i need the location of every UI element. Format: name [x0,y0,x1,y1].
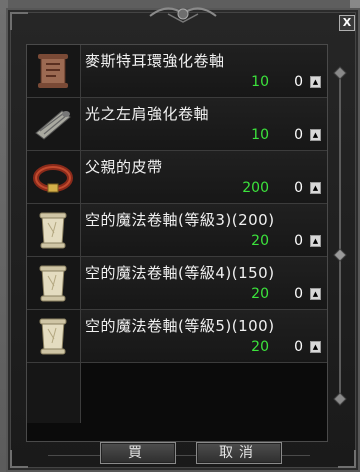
quantity-up-arrow-icon[interactable]: ▲ [310,235,321,247]
item-quantity[interactable]: 0 [294,286,303,302]
quantity-up-arrow-icon[interactable]: ▲ [310,182,321,194]
frame-corner [338,450,356,468]
item-info: 光之左肩強化卷軸 10 0 ▲ [81,98,327,150]
blank-scroll-icon [39,318,67,355]
blank-scroll-icon [39,265,67,302]
empty-slot [27,363,327,423]
item-info: 空的魔法卷軸(等級5)(100) 20 0 ▲ [81,310,327,362]
item-name: 空的魔法卷軸(等級4)(150) [85,264,275,282]
scroll-up-icon[interactable] [333,66,347,80]
item-quantity[interactable]: 0 [294,180,303,196]
list-item[interactable]: 空的魔法卷軸(等級3)(200) 20 0 ▲ [27,204,327,257]
item-quantity[interactable]: 0 [294,74,303,90]
item-icon-cell [27,151,81,203]
item-info: 空的魔法卷軸(等級3)(200) 20 0 ▲ [81,204,327,256]
close-button[interactable]: X [339,15,355,31]
list-item[interactable]: 父親的皮帶 200 0 ▲ [27,151,327,204]
list-item[interactable]: 光之左肩強化卷軸 10 0 ▲ [27,98,327,151]
item-name: 麥斯特耳環強化卷軸 [85,52,225,70]
item-icon-cell [27,310,81,362]
item-quantity[interactable]: 0 [294,339,303,355]
item-price: 10 [251,127,269,143]
item-icon-cell [27,45,81,97]
frame-corner [10,450,28,468]
buy-button[interactable]: 買 [100,442,176,464]
item-name: 父親的皮帶 [85,158,163,176]
item-icon-cell [27,257,81,309]
frame-corner [10,12,28,30]
item-name: 光之左肩強化卷軸 [85,105,210,123]
list-item[interactable]: 麥斯特耳環強化卷軸 10 0 ▲ [27,45,327,98]
blank-scroll-icon [39,212,67,249]
item-list: 麥斯特耳環強化卷軸 10 0 ▲ 光之左肩強化卷軸 10 0 ▲ 父親的皮帶 2… [26,44,328,442]
scroll-icon [38,54,68,88]
item-info: 麥斯特耳環強化卷軸 10 0 ▲ [81,45,327,97]
item-price: 20 [251,286,269,302]
item-price: 20 [251,339,269,355]
empty-icon-cell [27,363,81,423]
belt-icon [33,164,73,193]
rolled-scroll-icon [35,110,71,140]
item-quantity[interactable]: 0 [294,233,303,249]
quantity-up-arrow-icon[interactable]: ▲ [310,288,321,300]
item-price: 20 [251,233,269,249]
quantity-up-arrow-icon[interactable]: ▲ [310,341,321,353]
list-item[interactable]: 空的魔法卷軸(等級5)(100) 20 0 ▲ [27,310,327,363]
shop-window: X 麥斯特耳環強化卷軸 10 0 ▲ 光之左肩強化卷軸 10 0 ▲ 父親的皮帶… [6,7,360,472]
item-name: 空的魔法卷軸(等級5)(100) [85,317,275,335]
list-item[interactable]: 空的魔法卷軸(等級4)(150) 20 0 ▲ [27,257,327,310]
ornament-icon [149,7,217,23]
item-info: 父親的皮帶 200 0 ▲ [81,151,327,203]
item-icon-cell [27,204,81,256]
scroll-down-icon[interactable] [333,392,347,406]
item-name: 空的魔法卷軸(等級3)(200) [85,211,275,229]
item-info: 空的魔法卷軸(等級4)(150) 20 0 ▲ [81,257,327,309]
quantity-up-arrow-icon[interactable]: ▲ [310,129,321,141]
scroll-thumb-icon[interactable] [333,248,347,262]
item-price: 200 [242,180,269,196]
item-quantity[interactable]: 0 [294,127,303,143]
quantity-up-arrow-icon[interactable]: ▲ [310,76,321,88]
item-icon-cell [27,98,81,150]
scrollbar-track[interactable] [339,74,341,398]
cancel-button[interactable]: 取消 [196,442,282,464]
scrollbar[interactable] [333,66,347,406]
item-price: 10 [251,74,269,90]
